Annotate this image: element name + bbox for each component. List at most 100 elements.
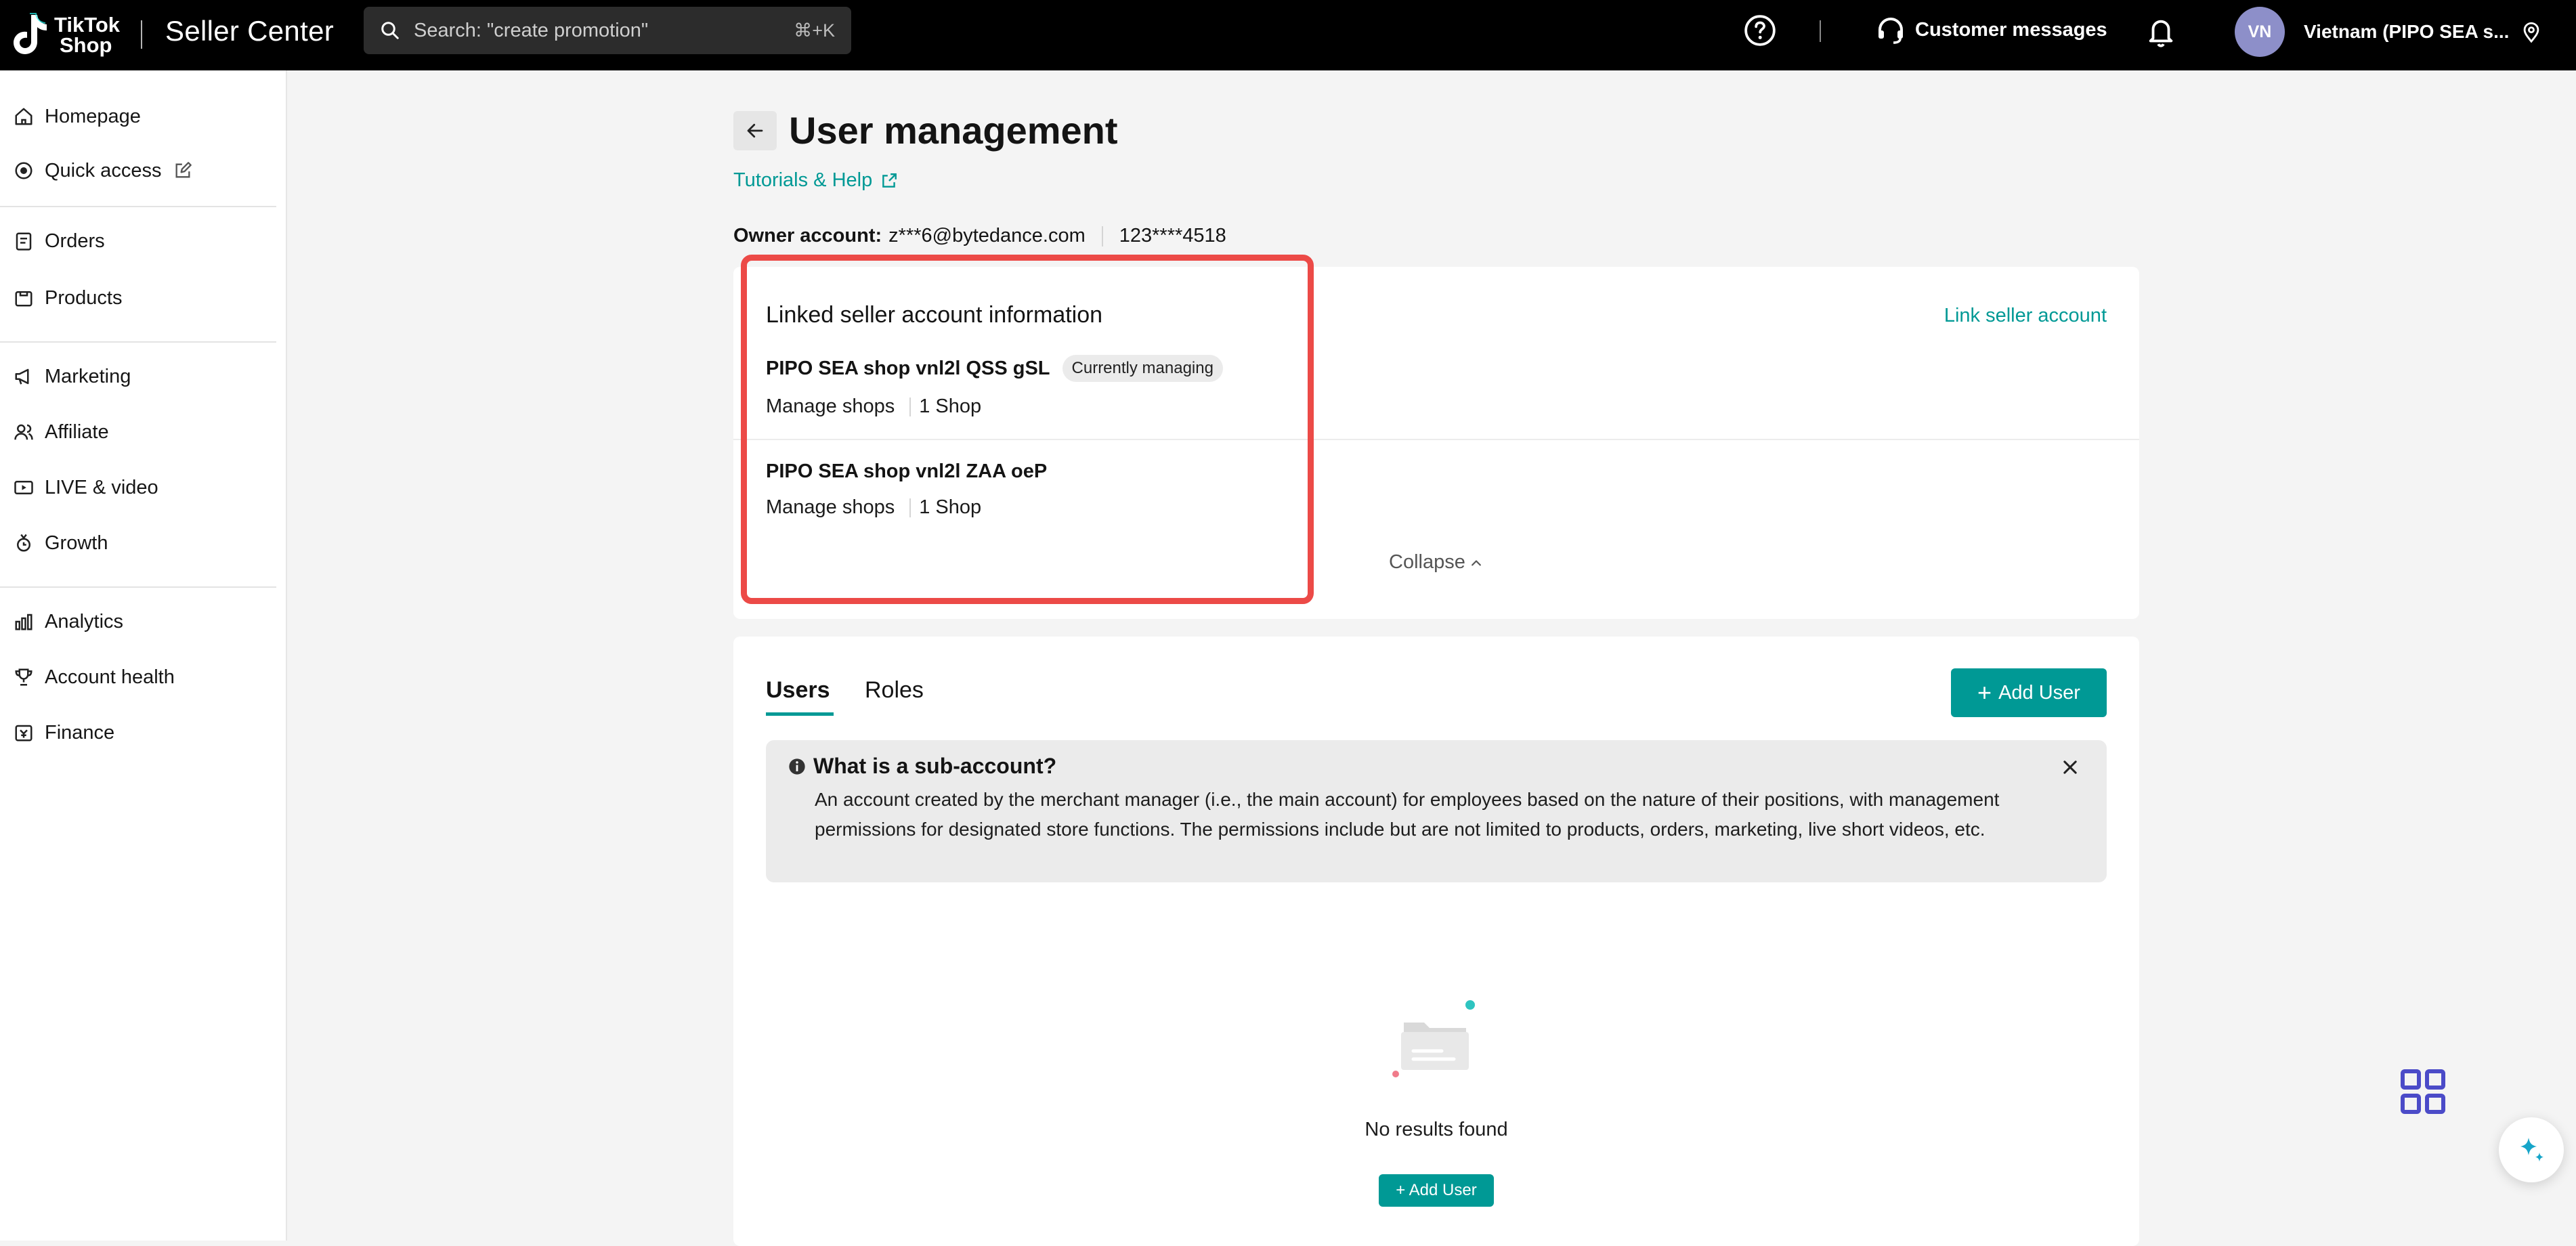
- owner-phone: 123****4518: [1119, 225, 1226, 246]
- orders-icon: [16, 232, 32, 251]
- sidebar-item-label: Products: [45, 286, 123, 309]
- sidebar-item-label: Orders: [45, 230, 105, 252]
- products-icon: [15, 291, 33, 307]
- chevron-up-icon: [1471, 559, 1481, 565]
- sidebar-divider: [0, 206, 276, 207]
- sidebar-item-marketing[interactable]: Marketing: [0, 355, 287, 398]
- customer-messages-button[interactable]: Customer messages: [1874, 14, 2107, 46]
- row-divider: [909, 397, 911, 416]
- shop-divider: [733, 439, 2139, 440]
- link-seller-account-link[interactable]: Link seller account: [1944, 305, 2107, 327]
- row-divider: [909, 498, 911, 517]
- tutorials-help-link[interactable]: Tutorials & Help: [733, 169, 898, 192]
- sidebar-item-orders[interactable]: Orders: [0, 219, 287, 263]
- sidebar-item-quick-access[interactable]: Quick access: [0, 149, 287, 192]
- sidebar-item-live-video[interactable]: LIVE & video: [0, 466, 287, 509]
- sidebar-item-label: LIVE & video: [45, 476, 158, 498]
- tutorials-help-label: Tutorials & Help: [733, 169, 873, 191]
- empty-state-text: No results found: [1365, 1119, 1508, 1140]
- search-icon: [381, 22, 399, 39]
- collapse-label: Collapse: [1389, 551, 1465, 573]
- back-button[interactable]: [733, 110, 777, 150]
- trophy-icon: [15, 668, 33, 686]
- owner-divider: [1101, 225, 1103, 246]
- tab-roles[interactable]: Roles: [865, 677, 924, 704]
- shop-entry: PIPO SEA shop vnl2l QSS gSL Currently ma…: [766, 355, 1223, 418]
- ai-assistant-button[interactable]: [2499, 1117, 2564, 1182]
- analytics-icon: [15, 614, 33, 630]
- sidebar-item-label: Finance: [45, 721, 115, 744]
- collapse-button[interactable]: Collapse: [1389, 551, 1483, 574]
- external-link-icon: [882, 173, 897, 188]
- sidebar-item-growth[interactable]: Growth: [0, 521, 287, 565]
- owner-account-info: Owner account: z***6@bytedance.com 123**…: [733, 225, 1226, 247]
- sidebar-item-homepage[interactable]: Homepage: [0, 95, 287, 138]
- empty-folder-icon: [1392, 1000, 1475, 1077]
- sidebar-item-label: Homepage: [45, 105, 141, 127]
- sub-account-info-box: What is a sub-account? An account create…: [766, 740, 2107, 882]
- page-title: User management: [789, 109, 1118, 152]
- home-icon: [15, 108, 33, 125]
- plus-icon: +: [1977, 679, 1992, 706]
- account-name: Vietnam (PIPO SEA s...: [2304, 21, 2510, 42]
- add-user-label: Add User: [1998, 681, 2080, 704]
- sidebar-divider: [0, 341, 276, 343]
- sidebar-item-analytics[interactable]: Analytics: [0, 600, 287, 643]
- bell-icon[interactable]: [2145, 15, 2176, 49]
- sidebar: Homepage Quick access Orders Products Ma…: [0, 70, 287, 1241]
- shop-count: 1 Shop: [919, 395, 982, 417]
- affiliate-icon: [14, 424, 33, 440]
- users-card: Users Roles + Add User What is a sub-acc…: [733, 637, 2139, 1246]
- live-video-icon: [14, 481, 33, 494]
- owner-account-label: Owner account:: [733, 225, 882, 246]
- logo-divider: [141, 20, 142, 49]
- sidebar-item-label: Growth: [45, 532, 108, 554]
- megaphone-icon: [15, 368, 29, 385]
- sidebar-item-affiliate[interactable]: Affiliate: [0, 410, 287, 454]
- manage-shops-link[interactable]: Manage shops: [766, 395, 895, 418]
- tiktok-logo-icon: [14, 13, 47, 54]
- help-icon[interactable]: [1743, 14, 1777, 47]
- close-icon[interactable]: [2061, 758, 2080, 777]
- edit-icon[interactable]: [173, 161, 192, 180]
- logo-line-2: Shop: [60, 33, 112, 57]
- shop-entry: PIPO SEA shop vnl2l ZAA oeP Manage shops…: [766, 460, 1047, 519]
- growth-icon: [17, 534, 30, 552]
- search-input[interactable]: Search: "create promotion" ⌘+K: [364, 7, 851, 54]
- sidebar-item-label: Quick access: [45, 159, 162, 181]
- currently-managing-badge: Currently managing: [1062, 355, 1223, 382]
- quick-access-icon: [15, 162, 33, 179]
- owner-email: z***6@bytedance.com: [888, 225, 1086, 246]
- search-placeholder: Search: "create promotion": [414, 19, 649, 41]
- sidebar-item-label: Affiliate: [45, 421, 109, 443]
- sidebar-item-products[interactable]: Products: [0, 276, 287, 320]
- info-icon: [789, 758, 805, 775]
- tiktok-shop-logo[interactable]: TikTok Shop: [11, 9, 120, 61]
- account-switcher[interactable]: VN Vietnam (PIPO SEA s...: [2235, 7, 2543, 57]
- shop-name: PIPO SEA shop vnl2l QSS gSL: [766, 357, 1050, 379]
- shop-count: 1 Shop: [919, 496, 982, 518]
- shop-name: PIPO SEA shop vnl2l ZAA oeP: [766, 460, 1048, 482]
- sidebar-item-label: Marketing: [45, 365, 131, 387]
- sidebar-item-account-health[interactable]: Account health: [0, 656, 287, 699]
- active-tab-indicator: [766, 712, 834, 716]
- top-divider: [1820, 20, 1821, 42]
- add-user-empty-button[interactable]: + Add User: [1379, 1174, 1494, 1207]
- sidebar-item-label: Account health: [45, 666, 175, 688]
- page-header: User management: [733, 108, 1118, 152]
- sidebar-item-label: Analytics: [45, 610, 124, 632]
- location-pin-icon: [2524, 22, 2539, 43]
- sidebar-divider: [0, 586, 276, 588]
- add-user-button[interactable]: + Add User: [1951, 668, 2107, 717]
- headset-icon: [1879, 18, 1903, 44]
- tab-users[interactable]: Users: [766, 677, 830, 704]
- finance-icon: [15, 725, 33, 742]
- search-shortcut: ⌘+K: [794, 20, 835, 41]
- linked-seller-card: Linked seller account information Link s…: [733, 267, 2139, 619]
- manage-shops-link[interactable]: Manage shops: [766, 496, 895, 519]
- apps-grid-icon[interactable]: [2400, 1069, 2446, 1115]
- avatar: VN: [2235, 7, 2285, 57]
- top-bar: TikTok Shop Seller Center Search: "creat…: [0, 0, 2576, 70]
- sidebar-item-finance[interactable]: Finance: [0, 711, 287, 754]
- app-title: Seller Center: [165, 15, 335, 47]
